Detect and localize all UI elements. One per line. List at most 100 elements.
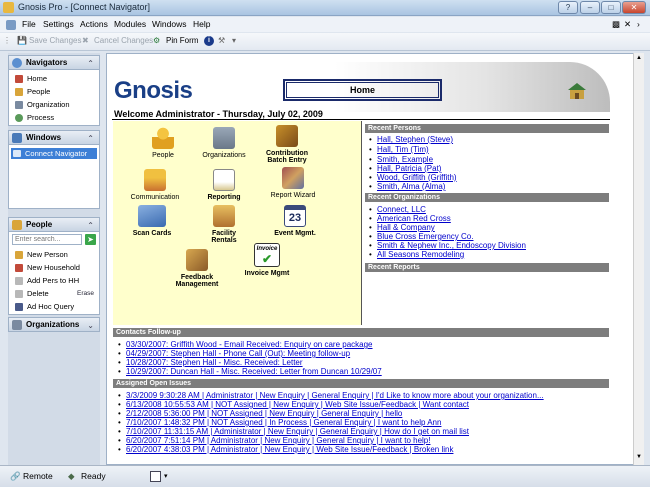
chevron-right-icon[interactable]: › — [637, 19, 640, 29]
recent-org-link[interactable]: American Red Cross — [369, 214, 451, 223]
report-wizard-icon — [282, 167, 304, 189]
building-icon — [12, 320, 22, 330]
collapse-icon[interactable]: ⌃ — [87, 57, 94, 70]
tile-contribution-batch-entry[interactable]: Contribution Batch Entry — [261, 125, 313, 164]
new-household-link[interactable]: New Household — [15, 263, 80, 272]
nav-item-home[interactable]: Home — [15, 74, 47, 83]
tile-facility-rentals[interactable]: Facility Rentals — [199, 205, 249, 244]
tile-feedback-management[interactable]: Feedback Management — [169, 249, 225, 288]
organizations-icon — [213, 127, 235, 149]
tile-organizations[interactable]: Organizations — [199, 127, 249, 159]
issue-link[interactable]: 2/12/2008 5:36:00 PM | NOT Assigned | Ne… — [118, 409, 402, 418]
vertical-scrollbar[interactable]: ▲ ▼ — [633, 53, 644, 465]
collapse-icon[interactable]: ⌃ — [87, 219, 94, 232]
search-go-icon[interactable]: ➤ — [85, 234, 96, 245]
person-icon — [12, 220, 22, 230]
save-changes-button[interactable]: Save Changes — [29, 36, 81, 45]
menu-settings[interactable]: Settings — [43, 19, 74, 29]
issue-link[interactable]: 7/10/2007 11:31:15 AM | Administrator | … — [118, 427, 469, 436]
help-icon[interactable]: ? — [558, 1, 578, 14]
scroll-up-icon[interactable]: ▲ — [636, 55, 642, 61]
recent-person-link[interactable]: Smith, Example — [369, 155, 433, 164]
contact-followup-link[interactable]: 10/28/2007: Stephen Hall - Misc. Receive… — [118, 358, 303, 367]
recent-person-link[interactable]: Hall, Tim (Tim) — [369, 145, 429, 154]
calendar-icon: 23 — [284, 205, 306, 227]
home-title-box: Home — [283, 79, 442, 101]
window-item-connect-navigator[interactable]: Connect Navigator — [11, 148, 97, 159]
restore-child-icon[interactable]: ▩ — [612, 19, 620, 30]
nav-item-people[interactable]: People — [15, 87, 50, 96]
info-icon[interactable]: i — [204, 36, 214, 46]
maximize-button[interactable]: □ — [601, 1, 621, 14]
cancel-icon: ✖ — [82, 36, 89, 45]
nav-item-process[interactable]: Process — [15, 113, 54, 122]
ad-hoc-query-link[interactable]: Ad Hoc Query — [15, 302, 74, 311]
navigators-title: Navigators — [26, 58, 68, 67]
add-pers-to-hh-link[interactable]: Add Pers to HH — [15, 276, 79, 285]
house-icon[interactable] — [567, 82, 587, 100]
recent-org-link[interactable]: Smith & Nephew Inc., Endoscopy Division — [369, 241, 526, 250]
recent-person-link[interactable]: Hall, Stephen (Steve) — [369, 135, 453, 144]
menu-help[interactable]: Help — [193, 19, 210, 29]
chevron-down-icon[interactable]: ▾ — [232, 36, 236, 45]
issue-link[interactable]: 7/10/2007 1:48:32 PM | NOT Assigned | In… — [118, 418, 441, 427]
chevron-down-icon[interactable]: ▾ — [164, 472, 168, 480]
delete-link[interactable]: Delete — [15, 289, 49, 298]
recent-person-link[interactable]: Wood, Griffith (Griffith) — [369, 173, 457, 182]
people-title: People — [26, 220, 53, 229]
nav-item-organization[interactable]: Organization — [15, 100, 70, 109]
new-person-link[interactable]: New Person — [15, 250, 68, 259]
contacts-followup-header: Contacts Follow-up — [113, 328, 609, 337]
menu-windows[interactable]: Windows — [152, 19, 186, 29]
reporting-icon — [213, 169, 235, 191]
menu-file[interactable]: File — [22, 19, 36, 29]
recent-org-link[interactable]: Connect, LLC — [369, 205, 426, 214]
contact-followup-link[interactable]: 04/29/2007: Stephen Hall - Phone Call (O… — [118, 349, 350, 358]
welcome-text: Welcome Administrator - Thursday, July 0… — [114, 109, 323, 119]
cancel-changes-button[interactable]: Cancel Changes — [94, 36, 153, 45]
recent-org-link[interactable]: Blue Cross Emergency Co. — [369, 232, 474, 241]
contact-followup-link[interactable]: 03/30/2007: Griffith Wood - Email Receiv… — [118, 340, 372, 349]
menu-actions[interactable]: Actions — [80, 19, 108, 29]
windows-header[interactable]: Windows ⌃ — [8, 130, 100, 145]
issue-link[interactable]: 6/13/2008 10:55:53 AM | NOT Assigned | N… — [118, 400, 469, 409]
recent-org-link[interactable]: All Seasons Remodeling — [369, 250, 464, 259]
window-icon — [13, 150, 21, 157]
people-header[interactable]: People ⌃ — [8, 217, 100, 232]
calendar-small-icon[interactable] — [150, 471, 161, 482]
menu-modules[interactable]: Modules — [114, 19, 146, 29]
navigators-header[interactable]: Navigators ⌃ — [8, 55, 100, 70]
issue-link[interactable]: 6/20/2007 7:51:14 PM | Administrator | N… — [118, 436, 430, 445]
issue-link[interactable]: 3/3/2009 9:30:28 AM | Administrator | Ne… — [118, 391, 544, 400]
tools-icon[interactable]: ⚒ — [218, 36, 225, 45]
tile-event-mgmt[interactable]: 23 Event Mgmt. — [267, 205, 323, 237]
issue-link[interactable]: 6/20/2007 4:38:03 PM | Administrator | N… — [118, 445, 453, 454]
tile-report-wizard[interactable]: Report Wizard — [267, 167, 319, 199]
left-panel: Navigators ⌃ Home People Organization Pr… — [8, 53, 100, 465]
organizations-header[interactable]: Organizations ⌄ — [8, 317, 100, 332]
recent-org-link[interactable]: Hall & Company — [369, 223, 435, 232]
tile-people[interactable]: People — [143, 127, 183, 159]
erase-link[interactable]: Erase — [77, 290, 94, 297]
communication-icon — [144, 169, 166, 191]
collapse-icon[interactable]: ⌃ — [87, 132, 94, 145]
tile-invoice-mgmt[interactable]: Invoice ✔ Invoice Mgmt — [241, 243, 293, 277]
people-search-input[interactable] — [12, 234, 82, 245]
contact-followup-link[interactable]: 10/29/2007: Duncan Hall - Misc. Received… — [118, 367, 382, 376]
pin-form-button[interactable]: Pin Form — [166, 36, 198, 45]
ready-status: Ready — [81, 471, 106, 481]
scroll-down-icon[interactable]: ▼ — [636, 454, 642, 460]
expand-icon[interactable]: ⌄ — [87, 319, 94, 332]
people-panel: ➤ New Person New Household Add Pers to H… — [8, 232, 100, 315]
save-icon: 💾 — [17, 36, 27, 45]
recent-person-link[interactable]: Hall, Patricia (Pat) — [369, 164, 442, 173]
tile-communication[interactable]: Communication — [127, 169, 183, 201]
minimize-button[interactable]: – — [580, 1, 600, 14]
tile-reporting[interactable]: Reporting — [201, 169, 247, 201]
recent-persons-header: Recent Persons — [365, 124, 609, 133]
close-button[interactable]: ✕ — [622, 1, 646, 14]
tile-scan-cards[interactable]: Scan Cards — [127, 205, 177, 237]
close-child-icon[interactable]: ✕ — [624, 19, 631, 30]
recent-person-link[interactable]: Smith, Alma (Alma) — [369, 182, 446, 191]
app-menu-icon[interactable] — [6, 20, 16, 30]
